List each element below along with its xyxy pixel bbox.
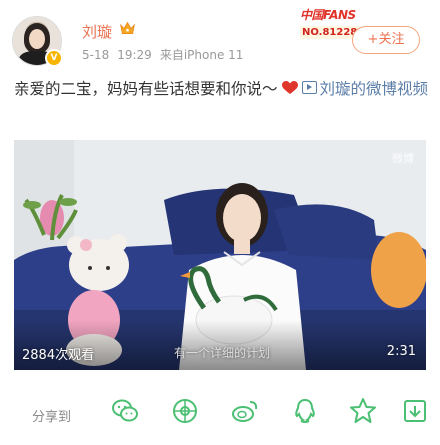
video-link-icon	[301, 81, 317, 94]
weibo-icon[interactable]	[230, 396, 260, 426]
username[interactable]: 刘璇	[82, 21, 112, 42]
fans-badge-number: NO.81228	[300, 26, 360, 39]
moments-icon[interactable]	[170, 396, 200, 426]
fans-badge-title: 中国FANS	[300, 8, 356, 22]
video-player[interactable]: 微博 2884次观看 有一个详细的计划 2:31	[14, 140, 426, 370]
video-frame	[14, 140, 426, 370]
crown-icon	[120, 21, 135, 35]
video-subtitle: 有一个详细的计划	[174, 346, 271, 360]
post-date: 5-18	[82, 48, 110, 62]
post-time: 19:29	[117, 48, 152, 62]
post-source: 来自iPhone 11	[159, 48, 244, 62]
video-duration: 2:31	[386, 344, 416, 359]
wechat-icon[interactable]	[110, 396, 140, 426]
verified-badge-icon: V	[45, 49, 63, 67]
video-watermark: 微博	[392, 152, 414, 165]
heart-icon	[281, 81, 298, 94]
save-icon[interactable]	[400, 396, 430, 426]
video-link-label: 刘璇的微博视频	[319, 80, 429, 98]
video-link[interactable]: 刘璇的微博视频	[301, 80, 429, 98]
post-meta: 5-18 19:29 来自iPhone 11	[82, 46, 251, 63]
post-body: 亲爱的二宝，妈妈有些话想要和你说～	[14, 80, 278, 98]
favorite-star-icon[interactable]	[348, 396, 378, 426]
post-text: 亲爱的二宝，妈妈有些话想要和你说～ 刘璇的微博视频	[14, 76, 429, 103]
view-count: 2884次观看	[22, 348, 95, 363]
share-label: 分享到	[32, 410, 72, 425]
qq-icon[interactable]	[290, 396, 320, 426]
follow-button[interactable]: +关注	[352, 26, 420, 54]
